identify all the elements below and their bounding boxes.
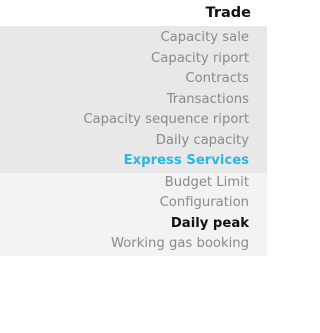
menu-item-capacity-sequence-riport[interactable]: Capacity sequence riport	[0, 110, 267, 131]
submenu-item-daily-peak[interactable]: Daily peak	[0, 214, 267, 235]
submenu-item-configuration[interactable]: Configuration	[0, 193, 267, 214]
menu-item-contracts[interactable]: Contracts	[0, 69, 267, 90]
menu-item-capacity-sale[interactable]: Capacity sale	[0, 28, 267, 49]
menu-item-express-services[interactable]: Express Services	[0, 151, 267, 172]
submenu-item-working-gas-booking[interactable]: Working gas booking	[0, 234, 267, 255]
menu-item-transactions[interactable]: Transactions	[0, 90, 267, 111]
menu-item-daily-capacity[interactable]: Daily capacity	[0, 131, 267, 152]
menu-header-trade: Trade	[0, 0, 267, 26]
menu-item-capacity-riport[interactable]: Capacity riport	[0, 49, 267, 70]
express-services-submenu: Budget Limit Configuration Daily peak Wo…	[0, 172, 267, 256]
trade-menu: Trade Capacity sale Capacity riport Cont…	[0, 0, 267, 256]
trade-menu-group: Capacity sale Capacity riport Contracts …	[0, 26, 267, 173]
submenu-item-budget-limit[interactable]: Budget Limit	[0, 173, 267, 194]
